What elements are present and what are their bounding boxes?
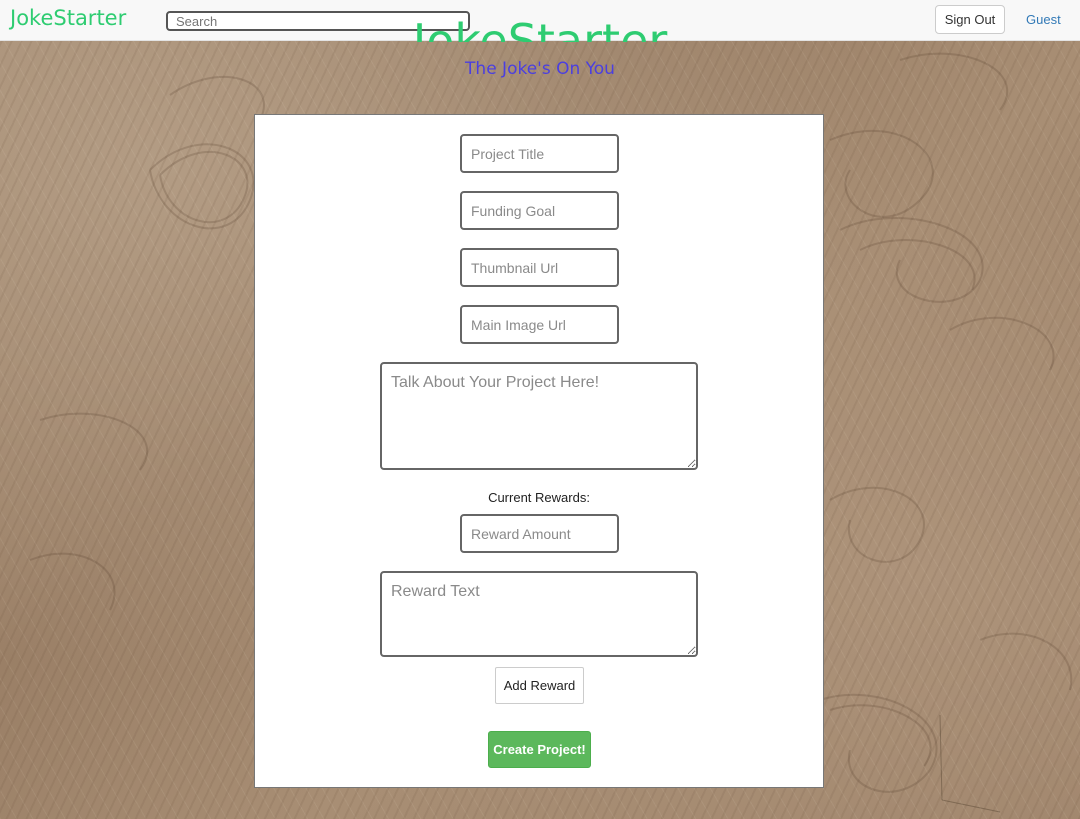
add-reward-button[interactable]: Add Reward <box>495 667 584 704</box>
project-description-textarea[interactable] <box>380 362 698 470</box>
reward-text-textarea[interactable] <box>380 571 698 657</box>
funding-goal-field[interactable] <box>460 191 619 230</box>
main-image-url-field[interactable] <box>460 305 619 344</box>
thumbnail-url-field[interactable] <box>460 248 619 287</box>
project-title-field[interactable] <box>460 134 619 173</box>
hero-title-text: JokeStarter <box>412 14 668 42</box>
hero-tagline: The Joke's On You <box>465 59 615 79</box>
reward-amount-field[interactable] <box>460 514 619 553</box>
new-project-form: Current Rewards: Add Reward Create Proje… <box>254 114 824 788</box>
current-rewards-label: Current Rewards: <box>488 490 590 505</box>
create-project-button[interactable]: Create Project! <box>488 731 591 768</box>
hero-title: JokeStarter <box>0 4 1080 42</box>
